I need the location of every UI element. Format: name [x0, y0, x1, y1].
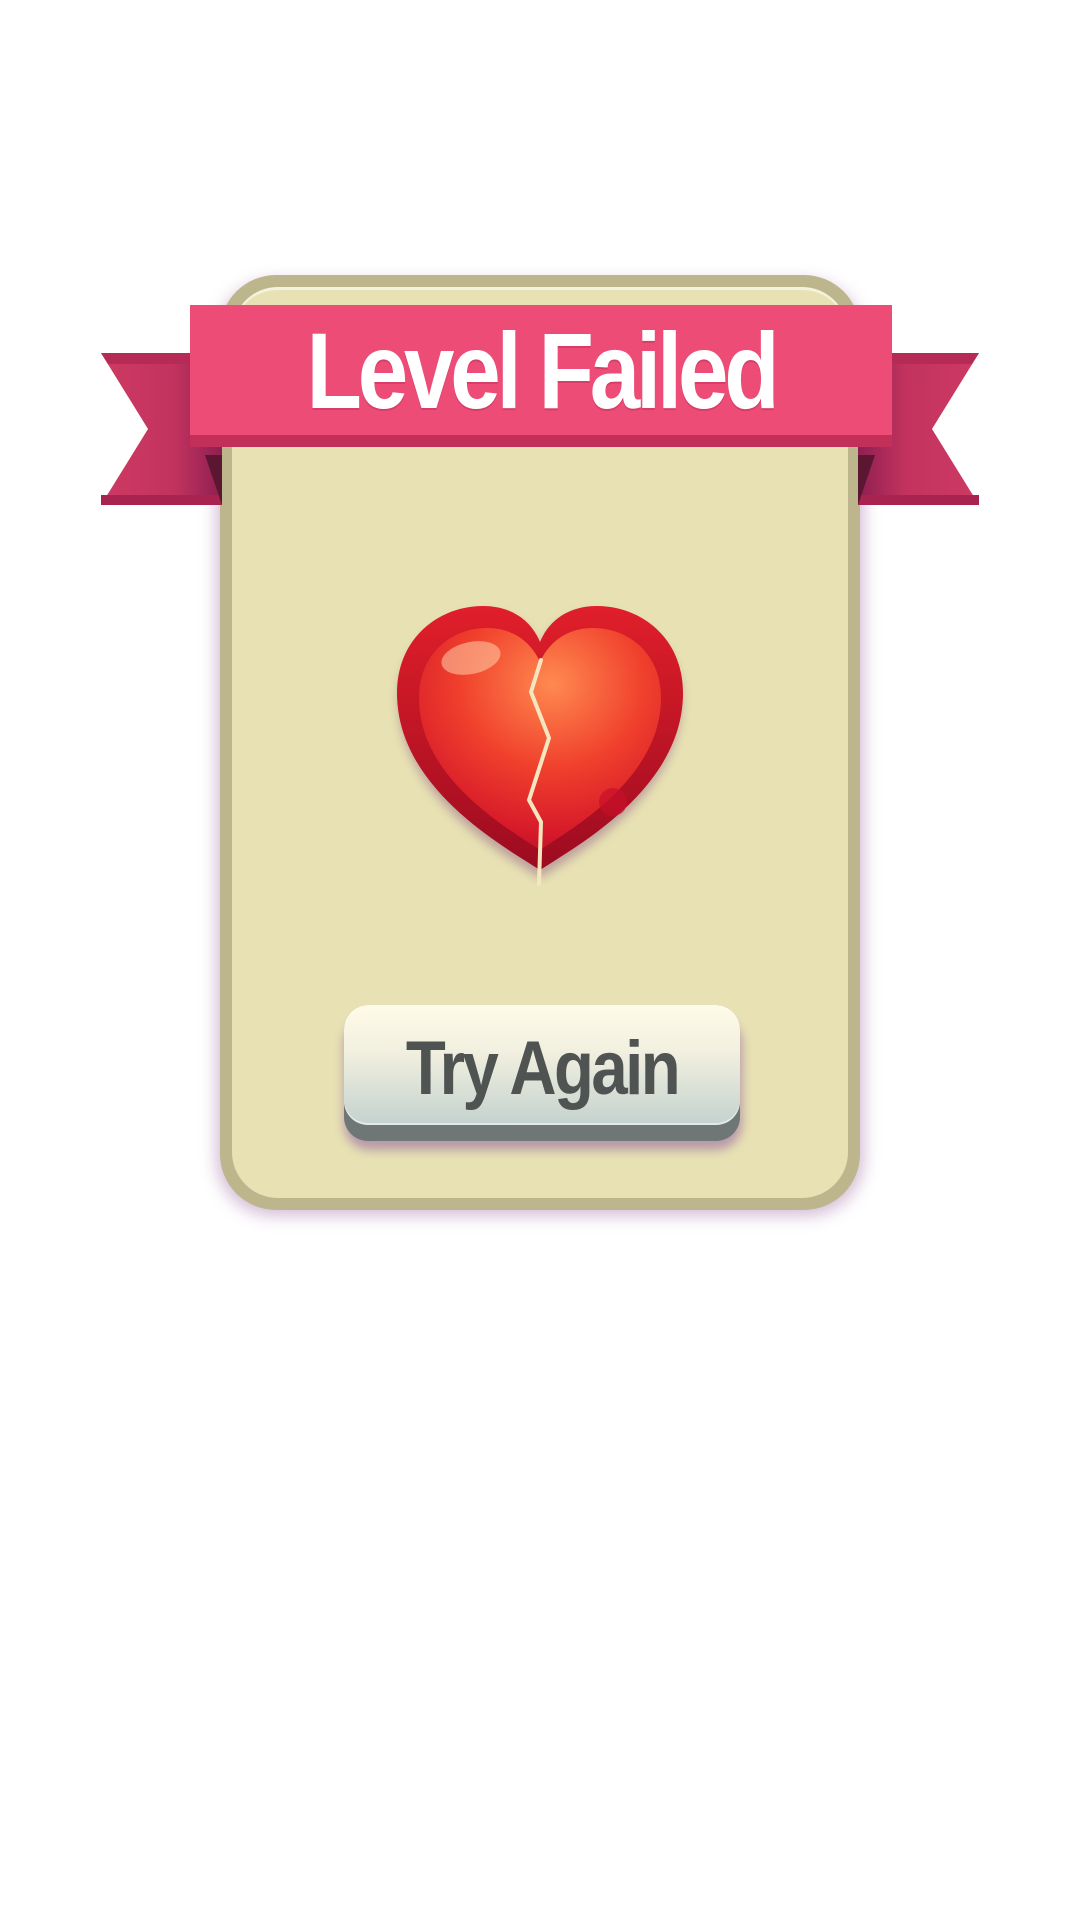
try-again-label: Try Again: [405, 1025, 681, 1111]
dialog-title: Level Failed: [306, 309, 780, 431]
game-screen: Level Failed Try Again: [0, 0, 1080, 1920]
try-again-button[interactable]: Try Again: [344, 1005, 740, 1141]
broken-heart-icon: [393, 600, 687, 886]
